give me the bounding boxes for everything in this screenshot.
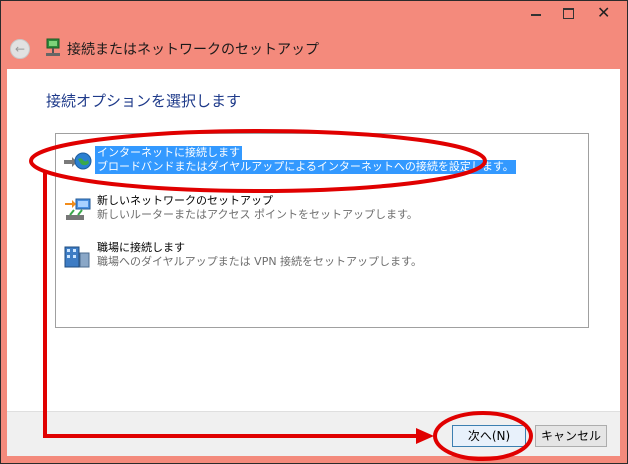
option-new-network[interactable]: 新しいネットワークのセットアップ 新しいルーターまたはアクセス ポイントをセット… <box>60 192 580 226</box>
window-title: 接続またはネットワークのセットアップ <box>67 42 319 58</box>
option-description: 新しいルーターまたはアクセス ポイントをセットアップします。 <box>97 208 418 221</box>
globe-icon <box>64 152 92 170</box>
option-workplace[interactable]: 職場に接続します 職場へのダイヤルアップまたは VPN 接続をセットアップします… <box>60 239 580 273</box>
option-description: 職場へのダイヤルアップまたは VPN 接続をセットアップします。 <box>97 255 422 268</box>
page-heading: 接続オプションを選択します <box>46 92 242 110</box>
network-setup-icon <box>46 38 60 56</box>
maximize-button[interactable] <box>553 3 583 23</box>
next-button[interactable]: 次へ(N) <box>452 425 526 447</box>
option-description: ブロードバンドまたはダイヤルアップによるインターネットへの接続を設定します。 <box>95 160 516 174</box>
workplace-icon <box>64 246 90 268</box>
cancel-button[interactable]: キャンセル <box>535 425 607 447</box>
option-title: インターネットに接続します <box>95 146 242 160</box>
minimize-button[interactable] <box>521 3 551 23</box>
option-title: 職場に接続します <box>97 241 185 254</box>
back-arrow-icon: ← <box>14 42 26 56</box>
router-setup-icon <box>65 198 91 220</box>
close-button[interactable]: ✕ <box>585 3 623 23</box>
minimize-icon <box>531 14 541 16</box>
maximize-icon <box>563 8 574 19</box>
dialog-footer: 次へ(N) キャンセル <box>7 411 620 456</box>
close-icon: ✕ <box>597 3 611 22</box>
back-button[interactable]: ← <box>10 39 30 59</box>
content-area: 接続オプションを選択します インターネットに接続します ブロードバンドまたはダイ… <box>7 69 620 411</box>
option-title: 新しいネットワークのセットアップ <box>97 194 273 207</box>
option-internet[interactable]: インターネットに接続します ブロードバンドまたはダイヤルアップによるインターネッ… <box>60 144 580 178</box>
connection-options-list[interactable]: インターネットに接続します ブロードバンドまたはダイヤルアップによるインターネッ… <box>55 133 589 328</box>
